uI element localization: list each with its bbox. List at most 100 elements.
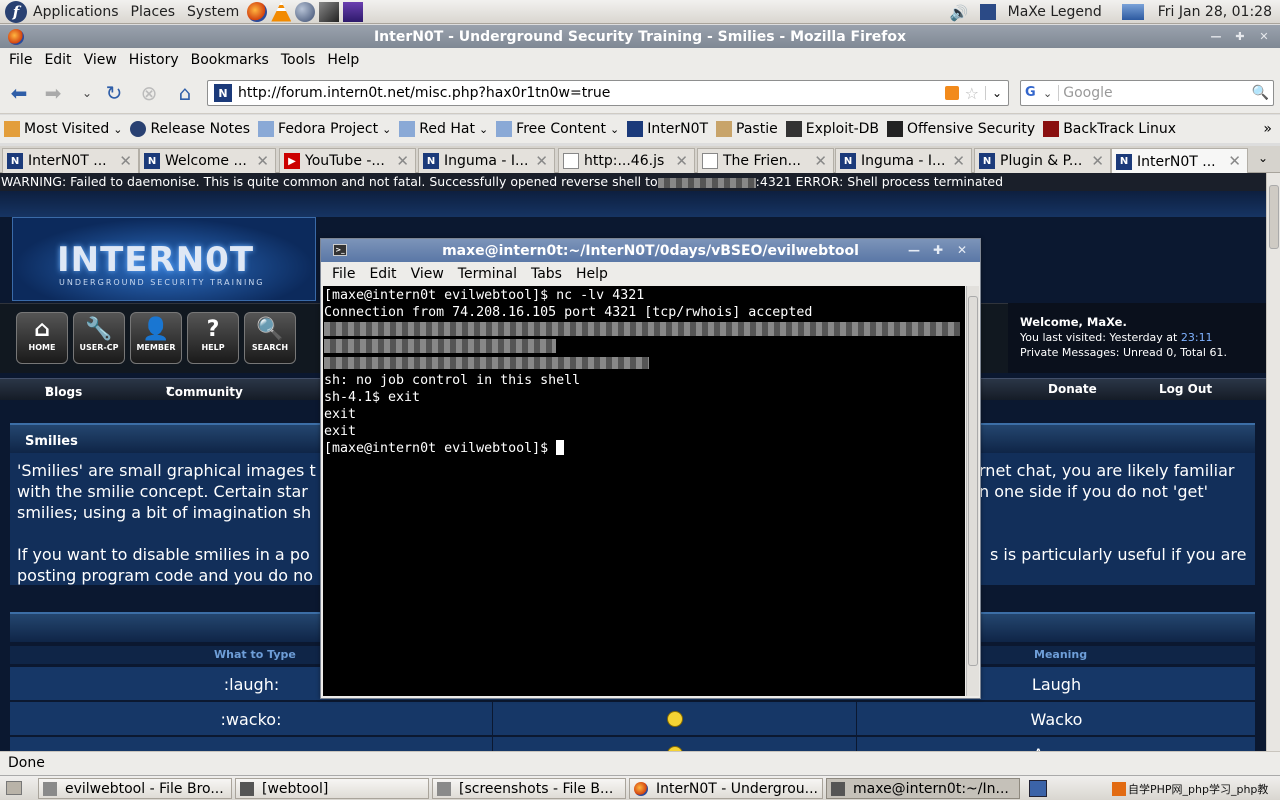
- menu-community[interactable]: Community ▾: [166, 382, 243, 399]
- bookmarks-overflow-icon[interactable]: »: [1263, 121, 1272, 137]
- menu-blogs[interactable]: Blogs ▾: [45, 382, 82, 399]
- bookmark-offensive-security[interactable]: Offensive Security: [887, 121, 1035, 137]
- wireshark-launcher-icon[interactable]: [319, 1, 340, 22]
- close-tab-icon[interactable]: ✕: [256, 152, 269, 170]
- search-engine-dropdown-icon[interactable]: ⌄: [1043, 87, 1052, 100]
- user-name[interactable]: MaXe Legend: [1002, 0, 1108, 24]
- show-desktop-icon[interactable]: [6, 781, 22, 795]
- terminal-close-button[interactable]: ✕: [953, 242, 971, 259]
- bookmark-pastie[interactable]: Pastie: [716, 121, 778, 137]
- search-bar[interactable]: G ⌄ Google 🔍: [1020, 80, 1274, 106]
- terminal-menu-tabs[interactable]: Tabs: [524, 266, 569, 282]
- nav-user-cp[interactable]: 🔧 USER-CP: [73, 312, 125, 364]
- taskbar-item-file-browser[interactable]: evilwebtool - File Bro...: [38, 778, 232, 799]
- menu-tools[interactable]: Tools: [275, 52, 322, 68]
- tab-8-active[interactable]: N InterN0T ... ✕: [1111, 148, 1248, 174]
- google-icon[interactable]: G: [1025, 85, 1041, 101]
- private-messages-link[interactable]: Private Messages: Unread 0, Total 61.: [1020, 346, 1227, 359]
- url-text[interactable]: http://forum.intern0t.net/misc.php?hax0r…: [238, 85, 945, 101]
- app-launcher-icon[interactable]: [343, 1, 364, 22]
- bookmark-fedora-project[interactable]: Fedora Project ⌄: [258, 121, 391, 137]
- tab-3[interactable]: N Inguma - I... ✕: [418, 148, 555, 173]
- menu-logout[interactable]: Log Out: [1159, 382, 1212, 396]
- terminal-maximize-button[interactable]: ✚: [929, 242, 947, 259]
- system-menu[interactable]: System: [181, 0, 245, 24]
- bookmark-release-notes[interactable]: Release Notes: [130, 121, 250, 137]
- menu-view[interactable]: View: [78, 52, 123, 68]
- tab-list-icon[interactable]: ⌄: [1258, 151, 1268, 165]
- terminal-menu-file[interactable]: File: [325, 266, 362, 282]
- fedora-icon[interactable]: f: [5, 0, 27, 23]
- bookmark-most-visited[interactable]: Most Visited ⌄: [4, 121, 122, 137]
- close-button[interactable]: ✕: [1256, 29, 1272, 44]
- terminal-menu-terminal[interactable]: Terminal: [451, 266, 524, 282]
- menu-file[interactable]: File: [3, 52, 38, 68]
- taskbar-item-webtool[interactable]: [webtool]: [235, 778, 429, 799]
- maximize-button[interactable]: ✚: [1232, 29, 1248, 44]
- rss-icon[interactable]: [944, 86, 959, 100]
- volume-icon[interactable]: 🔊: [950, 4, 970, 22]
- places-menu[interactable]: Places: [125, 0, 182, 24]
- page-scrollbar[interactable]: [1266, 173, 1280, 751]
- bookmark-exploit-db[interactable]: Exploit-DB: [785, 121, 879, 137]
- firefox-launcher-icon[interactable]: [247, 1, 268, 22]
- terminal-scrollbar[interactable]: [966, 286, 979, 696]
- terminal-menu-edit[interactable]: Edit: [362, 266, 403, 282]
- history-dropdown-icon[interactable]: ⌄: [74, 81, 100, 105]
- close-tab-icon[interactable]: ✕: [814, 152, 827, 170]
- taskbar-item-screenshots[interactable]: [screenshots - File B...: [432, 778, 626, 799]
- terminal-window[interactable]: >_ maxe@intern0t:~/InterN0T/0days/vBSEO/…: [320, 238, 981, 699]
- url-bar[interactable]: N http://forum.intern0t.net/misc.php?hax…: [207, 80, 1009, 106]
- terminal-titlebar[interactable]: >_ maxe@intern0t:~/InterN0T/0days/vBSEO/…: [321, 239, 980, 262]
- bookmark-red-hat[interactable]: Red Hat ⌄: [399, 121, 488, 137]
- scrollbar-thumb[interactable]: [1269, 185, 1279, 249]
- stop-icon[interactable]: ⊗: [136, 81, 162, 105]
- close-tab-icon[interactable]: ✕: [1091, 152, 1104, 170]
- tab-6[interactable]: N Inguma - I... ✕: [835, 148, 972, 173]
- tab-5[interactable]: The Frien... ✕: [697, 148, 834, 173]
- clock[interactable]: Fri Jan 28, 01:28: [1152, 0, 1280, 24]
- site-logo[interactable]: INTERN0T UNDERGROUND SECURITY TRAINING: [12, 217, 316, 301]
- nav-search[interactable]: 🔍 SEARCH: [244, 312, 296, 364]
- close-tab-icon[interactable]: ✕: [1228, 152, 1241, 170]
- tab-7[interactable]: N Plugin & P... ✕: [974, 148, 1111, 173]
- terminal-screen[interactable]: [maxe@intern0t evilwebtool]$ nc -lv 4321…: [323, 286, 965, 696]
- menu-donate[interactable]: Donate: [1048, 382, 1097, 396]
- tab-2[interactable]: ▶ YouTube -... ✕: [279, 148, 416, 173]
- tab-1[interactable]: N Welcome ... ✕: [139, 148, 276, 173]
- bookmark-star-icon[interactable]: ☆: [965, 84, 979, 103]
- search-icon[interactable]: 🔍: [1252, 85, 1269, 101]
- applications-menu[interactable]: Applications: [27, 0, 125, 24]
- close-tab-icon[interactable]: ✕: [535, 152, 548, 170]
- menu-edit[interactable]: Edit: [38, 52, 77, 68]
- search-input[interactable]: Google: [1058, 85, 1251, 101]
- bookmark-free-content[interactable]: Free Content ⌄: [496, 121, 619, 137]
- close-tab-icon[interactable]: ✕: [952, 152, 965, 170]
- terminal-minimize-button[interactable]: —: [905, 242, 923, 259]
- network-launcher-icon[interactable]: [295, 1, 316, 22]
- terminal-menu-help[interactable]: Help: [569, 266, 615, 282]
- workspace-switcher-icon[interactable]: [1029, 780, 1047, 797]
- tab-0[interactable]: N InterN0T ... ✕: [2, 148, 139, 173]
- nav-member[interactable]: 👤 MEMBER: [130, 312, 182, 364]
- close-tab-icon[interactable]: ✕: [119, 152, 132, 170]
- back-icon[interactable]: ⬅: [6, 81, 32, 105]
- taskbar-item-firefox[interactable]: InterN0T - Undergrou...: [629, 778, 823, 799]
- bookmark-backtrack-linux[interactable]: BackTrack Linux: [1043, 121, 1176, 137]
- reload-icon[interactable]: ↻: [101, 81, 127, 105]
- menu-bookmarks[interactable]: Bookmarks: [185, 52, 275, 68]
- taskbar-item-terminal[interactable]: maxe@intern0t:~/In...: [826, 778, 1020, 799]
- close-tab-icon[interactable]: ✕: [396, 152, 409, 170]
- nav-home[interactable]: ⌂ HOME: [16, 312, 68, 364]
- minimize-button[interactable]: —: [1208, 29, 1224, 44]
- forward-icon[interactable]: ➡: [40, 81, 66, 105]
- bookmark-internot[interactable]: InterN0T: [627, 121, 708, 137]
- close-tab-icon[interactable]: ✕: [675, 152, 688, 170]
- home-icon[interactable]: ⌂: [172, 81, 198, 105]
- terminal-menu-view[interactable]: View: [404, 266, 451, 282]
- nav-help[interactable]: ? HELP: [187, 312, 239, 364]
- tab-4[interactable]: http:...46.js ✕: [558, 148, 695, 173]
- vlc-launcher-icon[interactable]: [271, 1, 292, 22]
- terminal-scrollbar-thumb[interactable]: [968, 296, 978, 666]
- menu-history[interactable]: History: [123, 52, 185, 68]
